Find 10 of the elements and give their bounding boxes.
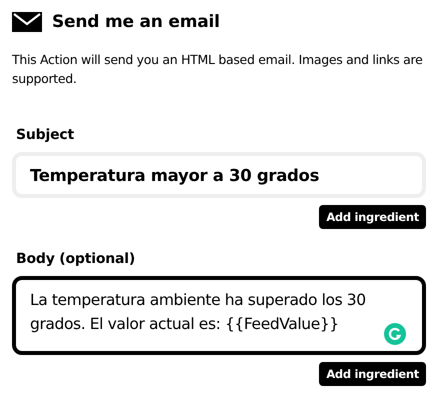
add-ingredient-button[interactable]: Add ingredient	[319, 205, 426, 229]
action-description: This Action will send you an HTML based email. Images and links are supported.	[12, 51, 424, 88]
subject-field[interactable]: Temperatura mayor a 30 grados	[12, 152, 426, 198]
grammarly-icon[interactable]	[384, 323, 406, 345]
add-ingredient-button[interactable]: Add ingredient	[319, 362, 426, 386]
action-title: Send me an email	[52, 12, 220, 32]
field-label: Subject	[16, 127, 75, 143]
envelope-icon	[12, 12, 42, 32]
body-field[interactable]: La temperatura ambiente ha superado los 30 grados. El valor actual es: {{FeedValue}}	[12, 276, 426, 355]
field-label: Body (optional)	[16, 251, 136, 267]
